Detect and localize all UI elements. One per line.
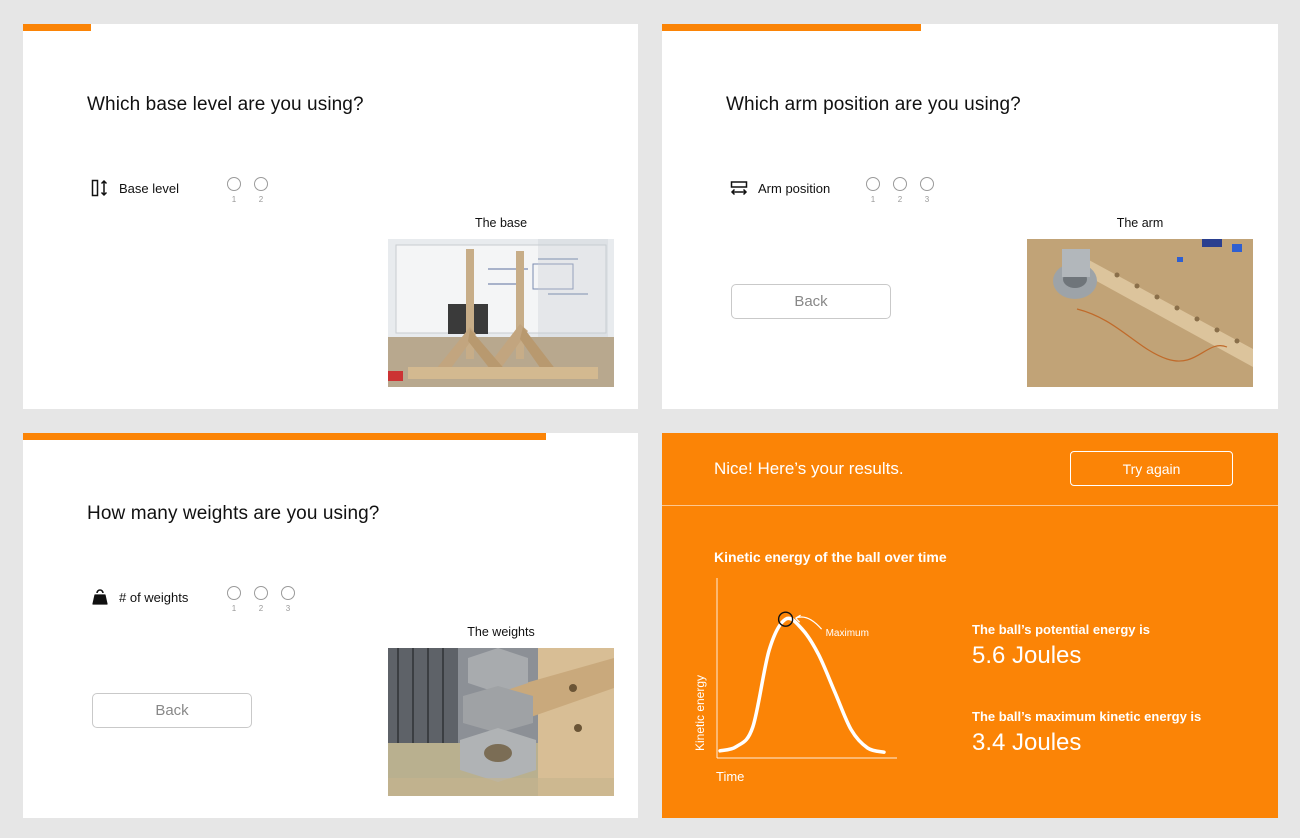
radio-number: 2	[897, 195, 903, 204]
horizontal-arrows-icon	[730, 179, 748, 197]
results-title: Nice! Here’s your results.	[714, 459, 904, 478]
kinetic-energy-chart: Kinetic energy Time Maximum	[693, 578, 897, 784]
progress-bar	[662, 24, 921, 31]
option-label: # of weights	[119, 589, 189, 605]
progress-bar	[23, 24, 91, 31]
maximum-label: Maximum	[826, 628, 869, 639]
kinetic-energy-value: 3.4 Joules	[972, 729, 1082, 756]
option-row: Arm position	[730, 176, 830, 200]
radio-option[interactable]: 2	[254, 586, 268, 613]
option-label: Base level	[119, 180, 179, 196]
radio-option[interactable]: 2	[254, 177, 268, 204]
option-label: Arm position	[758, 180, 831, 196]
radio-group: 1 2 3	[866, 177, 934, 204]
radio-option[interactable]: 1	[866, 177, 880, 204]
weight-icon	[91, 588, 109, 606]
question-title: Which base level are you using?	[87, 94, 364, 115]
back-button[interactable]: Back	[731, 284, 891, 319]
question-title: Which arm position are you using?	[726, 94, 1021, 115]
weights-panel: How many weights are you using? # of wei…	[23, 433, 638, 818]
radio-group: 1 2 3	[227, 586, 295, 613]
radio-option[interactable]: 1	[227, 177, 241, 204]
photo-caption: The arm	[1116, 216, 1164, 230]
radio-option[interactable]: 3	[920, 177, 934, 204]
photo-caption: The weights	[467, 625, 535, 639]
question-title: How many weights are you using?	[87, 503, 380, 524]
radio-number: 3	[285, 604, 291, 613]
photo-caption: The base	[474, 216, 528, 230]
radio-number: 2	[258, 604, 264, 613]
y-axis-label: Kinetic energy	[693, 675, 707, 751]
potential-energy-value: 5.6 Joules	[972, 642, 1082, 669]
radio-option[interactable]: 1	[227, 586, 241, 613]
x-axis-label: Time	[716, 769, 744, 784]
arm-photo	[1027, 239, 1253, 387]
radio-option[interactable]: 2	[893, 177, 907, 204]
option-row: # of weights	[91, 585, 188, 609]
back-button[interactable]: Back	[92, 693, 252, 728]
radio-option[interactable]: 3	[281, 586, 295, 613]
weights-photo	[388, 648, 614, 796]
potential-energy-label: The ball’s potential energy is	[972, 622, 1150, 637]
radio-group: 1 2	[227, 177, 268, 204]
base-photo	[388, 239, 614, 387]
radio-number: 1	[870, 195, 876, 204]
divider	[662, 505, 1278, 506]
kinetic-energy-label: The ball’s maximum kinetic energy is	[972, 709, 1202, 724]
radio-number: 1	[231, 195, 237, 204]
try-again-button[interactable]: Try again	[1070, 451, 1233, 486]
arm-position-panel: Which arm position are you using? Arm po…	[662, 24, 1278, 409]
progress-bar	[23, 433, 546, 440]
option-row: Base level	[91, 176, 179, 200]
radio-number: 1	[231, 604, 237, 613]
radio-number: 2	[258, 195, 264, 204]
base-level-panel: Which base level are you using? Base lev…	[23, 24, 638, 409]
results-panel: Nice! Here’s your results. Try again Kin…	[662, 433, 1278, 818]
height-adjust-icon	[91, 179, 109, 197]
chart-title: Kinetic energy of the ball over time	[714, 549, 947, 565]
radio-number: 3	[924, 195, 930, 204]
